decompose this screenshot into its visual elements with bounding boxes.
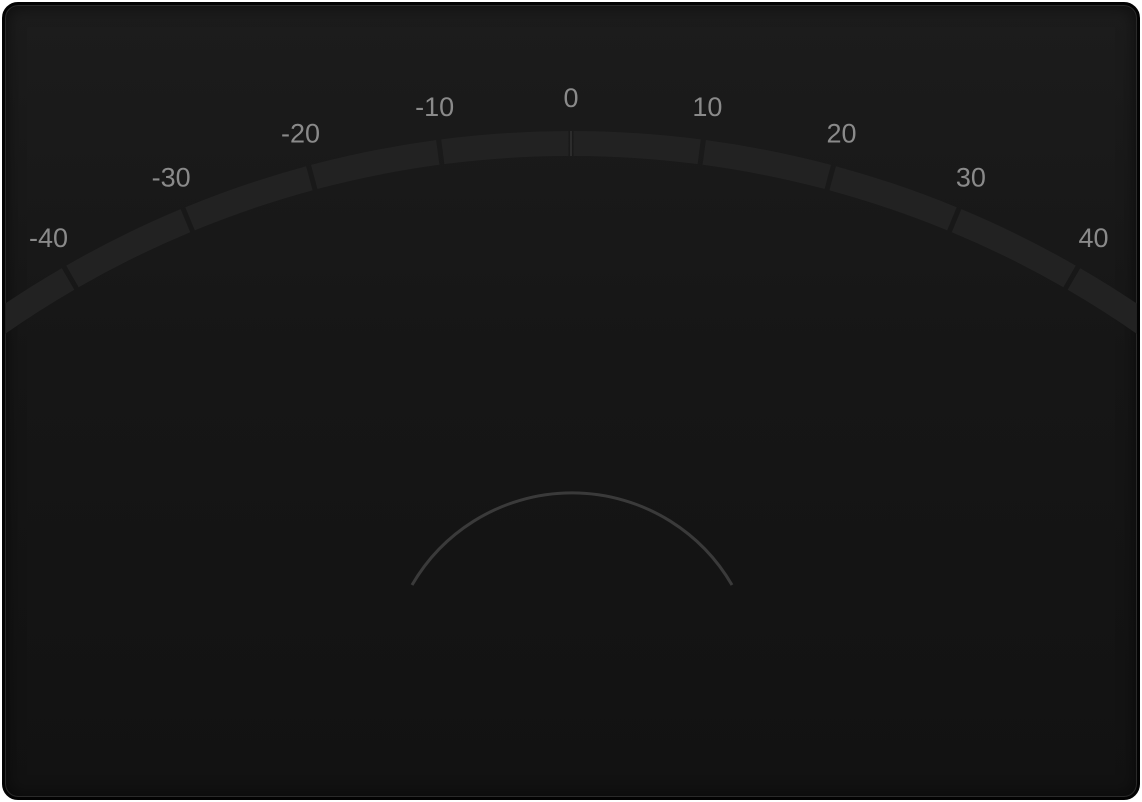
scale-segment <box>311 140 440 190</box>
scale-segment <box>829 166 957 231</box>
meter-dial: -50-40-30-20-1001020304050 <box>5 83 1137 586</box>
scale-segment <box>1067 268 1137 335</box>
scale-segment <box>66 209 191 288</box>
tick-label: 20 <box>826 119 856 149</box>
tick-label: 10 <box>692 92 722 122</box>
scale-segment <box>441 131 569 165</box>
tick-label: -10 <box>415 92 454 122</box>
tick-label: -20 <box>281 119 320 149</box>
tick-label: 40 <box>1078 223 1108 253</box>
scale-segment <box>185 166 313 231</box>
tick-label: 30 <box>956 163 986 193</box>
scale-segment <box>5 268 75 335</box>
scale-labels: -50-40-30-20-1001020304050 <box>29 83 1109 253</box>
needle-pivot-arc <box>410 491 734 586</box>
vu-meter-panel: -50-40-30-20-1001020304050 <box>2 2 1140 800</box>
scale-segment <box>573 131 701 165</box>
scale-segment <box>702 140 831 190</box>
tick-label: 0 <box>563 83 578 113</box>
tick-label: -40 <box>29 223 68 253</box>
tick-label: -30 <box>152 163 191 193</box>
scale-segment <box>951 209 1076 288</box>
